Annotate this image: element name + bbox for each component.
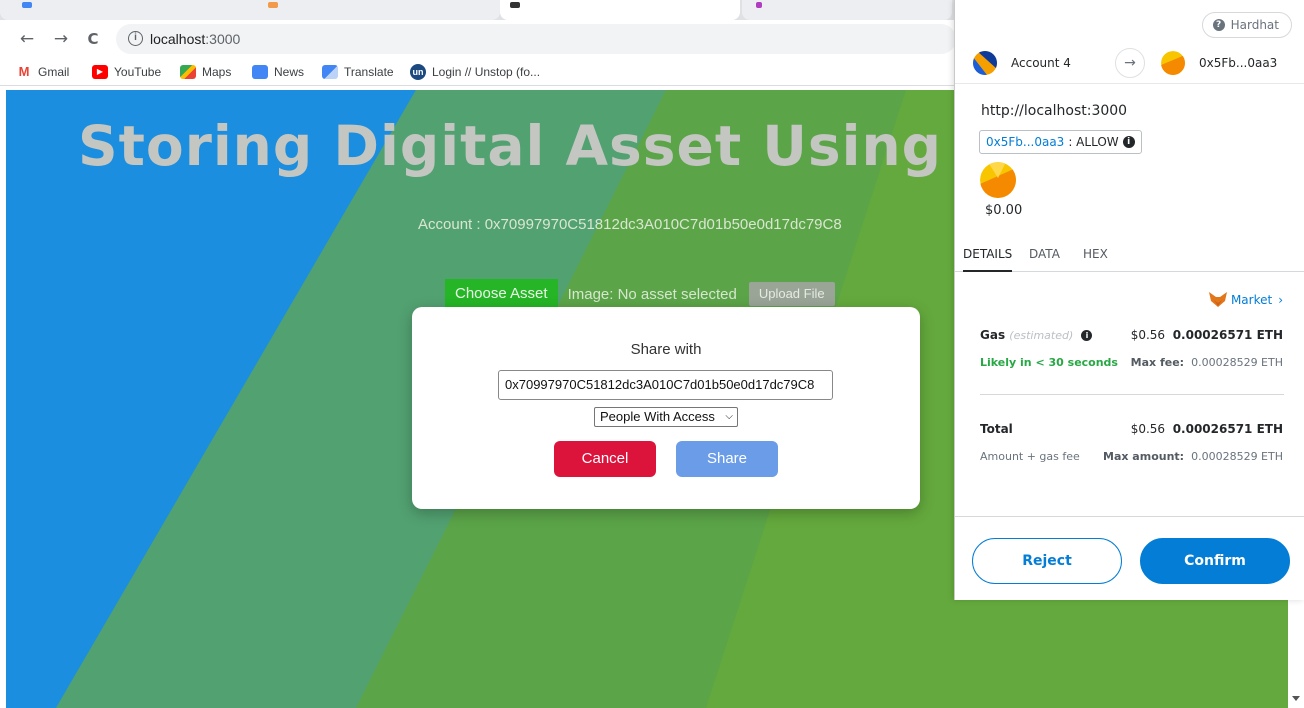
cancel-button[interactable]: Cancel [554,441,656,477]
browser-tab-active[interactable] [500,0,740,20]
tab-favicon-icon [510,2,520,8]
max-fee-value: 0.00028529 ETH [1191,356,1283,369]
question-icon: ? [1212,19,1225,31]
bookmark-label: Translate [344,65,394,79]
bookmark-label: Gmail [38,65,70,79]
url-port: :3000 [205,31,241,47]
image-status: Image: No asset selected [567,285,737,303]
divider [980,394,1284,395]
forward-arrow-icon[interactable]: → [50,28,72,50]
chevron-down-icon: ⌵ [725,411,733,422]
youtube-icon: ▶ [92,65,108,79]
account-address: Account : 0x70997970C51812dc3A010C7d01b5… [418,216,842,233]
tab-favicon-icon [756,2,762,8]
max-amount-label: Max amount: [1103,450,1185,463]
bookmark-maps[interactable]: Maps [180,64,231,80]
tab-data[interactable]: DATA [1029,247,1060,261]
total-values: $0.56 0.00026571 ETH [1131,422,1283,436]
choose-asset-button[interactable]: Choose Asset [445,279,558,309]
tab-details[interactable]: DETAILS [963,247,1013,272]
account-avatar-icon [973,51,997,75]
transaction-amount: $0.00 [985,203,1023,218]
upload-form: Choose Asset Image: No asset selected Up… [445,279,835,309]
total-usd: $0.56 [1130,422,1166,436]
max-fee-label: Max fee: [1130,356,1185,369]
total-label: Total [980,422,1013,436]
tab-hex[interactable]: HEX [1083,247,1108,261]
bookmark-label: YouTube [114,65,162,79]
allow-pill[interactable]: 0x5Fb...0aa3 : ALLOW i [979,130,1142,154]
metamask-popup: ? Hardhat Account 4 → 0x5Fb...0aa3 http:… [954,0,1304,600]
chevron-right-icon: › [1278,292,1283,307]
unstop-icon: un [410,64,426,80]
bookmark-label: Login // Unstop (fo... [432,65,541,79]
bookmark-unstop[interactable]: un Login // Unstop (fo... [410,64,540,80]
site-info-icon[interactable]: i [128,31,143,46]
gas-likely-time: Likely in < 30 seconds [980,356,1118,369]
bookmark-gmail[interactable]: M Gmail [16,64,70,80]
reject-button[interactable]: Reject [972,538,1122,584]
share-button[interactable]: Share [676,441,778,477]
max-amount-value: 0.00028529 ETH [1191,450,1283,463]
translate-icon [322,65,338,79]
metamask-fox-icon [1208,292,1227,307]
action-footer: Reject Confirm [955,516,1304,600]
bookmark-news[interactable]: News [252,64,304,80]
info-icon[interactable]: i [1122,136,1135,148]
modal-title: Share with [630,341,702,358]
bookmark-label: News [274,65,305,79]
gas-values: $0.56 0.00026571 ETH [1131,328,1283,342]
total-sub-label: Amount + gas fee [980,450,1080,463]
maps-icon [180,65,196,79]
detail-tabs: DETAILS DATA HEX [955,236,1304,272]
arrow-right-icon: → [1115,48,1145,78]
gmail-icon: M [18,64,30,79]
site-origin: http://localhost:3000 [981,103,1128,119]
gas-label: Gas (estimated) i [980,328,1093,342]
share-modal: Share with 0x70997970C51812dc3A010C7d01b… [412,307,920,509]
page-title: Storing Digital Asset Using Bl [78,114,1025,178]
market-link[interactable]: Market › [1208,292,1283,307]
share-address-input[interactable]: 0x70997970C51812dc3A010C7d01b50e0d17dc79… [498,370,833,400]
contract-avatar-icon [980,162,1016,198]
access-select[interactable]: People With Access ⌵ [594,407,738,427]
news-icon [252,65,268,79]
account-transfer-row: Account 4 → 0x5Fb...0aa3 [955,44,1304,84]
back-arrow-icon[interactable]: ← [16,28,38,50]
browser-tab[interactable] [742,0,952,20]
gas-estimated: (estimated) [1009,329,1074,342]
fee-card: Market › Gas (estimated) i $0.56 0.00026… [955,272,1304,516]
info-icon[interactable]: i [1081,330,1093,341]
details-panel: Market › Gas (estimated) i $0.56 0.00026… [955,272,1304,516]
from-account-name: Account 4 [1011,56,1071,70]
network-name: Hardhat [1230,18,1279,32]
url-host: localhost [150,31,206,47]
allow-address: 0x5Fb...0aa3 [986,135,1065,149]
access-select-value: People With Access [600,409,715,424]
gas-usd: $0.56 [1130,328,1166,342]
tab-favicon-icon [268,2,278,8]
tab-favicon-icon [22,2,32,8]
total-eth: 0.00026571 ETH [1172,422,1283,436]
network-selector[interactable]: ? Hardhat [1201,12,1292,38]
bookmark-youtube[interactable]: ▶ YouTube [92,64,161,80]
max-fee: Max fee: 0.00028529 ETH [1131,356,1283,369]
scroll-down-icon[interactable] [1292,696,1300,701]
gas-title: Gas [980,328,1006,342]
upload-file-button[interactable]: Upload File [748,282,835,306]
bookmark-translate[interactable]: Translate [322,64,394,80]
to-address[interactable]: 0x5Fb...0aa3 [1199,56,1277,70]
url-text: localhost:3000 [150,31,240,47]
max-amount: Max amount: 0.00028529 ETH [1103,450,1283,463]
gas-eth: 0.00026571 ETH [1172,328,1283,342]
browser-tab[interactable] [0,0,500,20]
reload-icon[interactable]: C [82,28,104,50]
bookmark-label: Maps [202,65,232,79]
url-input[interactable]: i localhost:3000 [116,24,956,54]
confirm-button[interactable]: Confirm [1140,538,1290,584]
allow-label: : ALLOW [1068,135,1119,149]
recipient-avatar-icon [1161,51,1185,75]
market-label: Market [1230,292,1273,307]
